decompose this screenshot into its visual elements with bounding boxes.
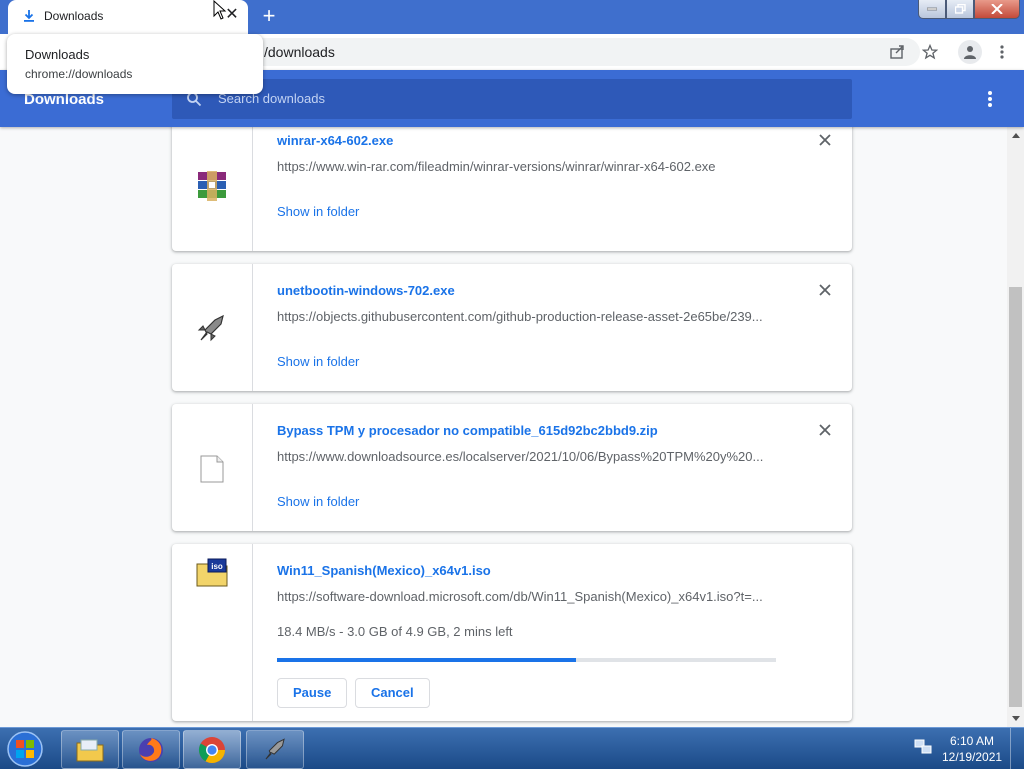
file-name-link[interactable]: Win11_Spanish(Mexico)_x64v1.iso xyxy=(277,563,491,578)
remove-item-icon[interactable] xyxy=(817,132,833,148)
scroll-up-icon[interactable] xyxy=(1007,127,1024,144)
file-icon xyxy=(200,455,224,483)
tab-strip: Downloads ✕ + xyxy=(0,0,1024,34)
share-icon[interactable] xyxy=(887,42,907,62)
source-url-link[interactable]: https://software-download.microsoft.com/… xyxy=(277,589,777,604)
firefox-icon xyxy=(139,737,163,762)
pause-button[interactable]: Pause xyxy=(277,678,348,708)
taskbar-explorer[interactable] xyxy=(61,730,119,769)
download-item: Bypass TPM y procesador no compatible_61… xyxy=(172,404,852,531)
taskbar-unetbootin[interactable] xyxy=(246,730,304,769)
remove-item-icon[interactable] xyxy=(817,422,833,438)
chrome-icon xyxy=(198,736,226,763)
show-in-folder-link[interactable]: Show in folder xyxy=(277,494,359,509)
new-tab-button[interactable]: + xyxy=(257,5,281,29)
start-button[interactable] xyxy=(3,730,47,768)
tab-title: Downloads xyxy=(44,9,104,23)
network-icon[interactable] xyxy=(914,738,932,756)
taskbar-firefox[interactable] xyxy=(122,730,180,769)
scroll-down-icon[interactable] xyxy=(1007,710,1024,727)
download-icon xyxy=(24,10,34,22)
vertical-scrollbar[interactable] xyxy=(1007,127,1024,727)
address-url[interactable]: /downloads xyxy=(264,44,335,60)
hover-card-title: Downloads xyxy=(25,47,90,62)
iso-icon: iso xyxy=(196,558,228,587)
taskbar: 6:10 AM 12/19/2021 xyxy=(0,727,1024,769)
minimize-button[interactable] xyxy=(918,0,946,19)
download-item-in-progress: iso Win11_Spanish(Mexico)_x64v1.iso http… xyxy=(172,544,852,721)
file-name-link[interactable]: unetbootin-windows-702.exe xyxy=(277,283,455,298)
mouse-cursor-icon xyxy=(213,0,227,20)
download-item: winrar-x64-602.exe https://www.win-rar.c… xyxy=(172,127,852,251)
winrar-icon xyxy=(198,171,226,201)
download-status: 18.4 MB/s - 3.0 GB of 4.9 GB, 2 mins lef… xyxy=(277,624,513,639)
progress-fill xyxy=(277,658,577,662)
maximize-button[interactable] xyxy=(946,0,974,19)
file-name-link[interactable]: winrar-x64-602.exe xyxy=(277,133,393,148)
icon-column xyxy=(172,264,253,391)
system-clock[interactable]: 6:10 AM 12/19/2021 xyxy=(942,733,1002,765)
close-icon xyxy=(991,4,1003,14)
unetbootin-icon xyxy=(265,737,285,759)
source-url-link[interactable]: https://www.win-rar.com/fileadmin/winrar… xyxy=(277,159,777,174)
show-in-folder-link[interactable]: Show in folder xyxy=(277,354,359,369)
svg-text:iso: iso xyxy=(211,562,223,571)
file-name-link[interactable]: Bypass TPM y procesador no compatible_61… xyxy=(277,423,658,438)
tab-hover-card: Downloads chrome://downloads xyxy=(7,34,263,94)
download-progress-bar xyxy=(277,658,776,662)
browser-menu-icon[interactable] xyxy=(992,42,1012,62)
person-icon xyxy=(964,46,976,59)
remove-item-icon[interactable] xyxy=(817,282,833,298)
taskbar-chrome[interactable] xyxy=(183,730,241,769)
tab-downloads[interactable]: Downloads ✕ xyxy=(8,0,248,34)
more-actions-icon[interactable] xyxy=(982,89,998,109)
restore-icon xyxy=(954,4,966,14)
hover-card-url: chrome://downloads xyxy=(25,67,133,81)
show-desktop-button[interactable] xyxy=(1010,728,1024,769)
window-controls xyxy=(918,0,1020,20)
profile-avatar[interactable] xyxy=(958,40,982,64)
scrollbar-thumb[interactable] xyxy=(1009,287,1022,707)
clock-time: 6:10 AM xyxy=(949,734,995,748)
close-window-button[interactable] xyxy=(974,0,1020,19)
explorer-icon xyxy=(76,739,104,761)
source-url-link[interactable]: https://objects.githubusercontent.com/gi… xyxy=(277,309,777,324)
icon-column xyxy=(172,127,253,251)
clock-date: 12/19/2021 xyxy=(942,750,1003,764)
bookmark-star-icon[interactable] xyxy=(920,42,940,62)
show-in-folder-link[interactable]: Show in folder xyxy=(277,204,359,219)
icon-column: iso xyxy=(172,544,253,721)
source-url-link[interactable]: https://www.downloadsource.es/localserve… xyxy=(277,449,777,464)
icon-column xyxy=(172,404,253,531)
downloads-list: winrar-x64-602.exe https://www.win-rar.c… xyxy=(0,127,1007,727)
cancel-button[interactable]: Cancel xyxy=(355,678,430,708)
unetbootin-icon xyxy=(197,314,224,342)
download-item: unetbootin-windows-702.exe https://objec… xyxy=(172,264,852,391)
search-downloads-field[interactable]: Search downloads xyxy=(172,79,852,119)
minimize-icon xyxy=(927,7,937,11)
